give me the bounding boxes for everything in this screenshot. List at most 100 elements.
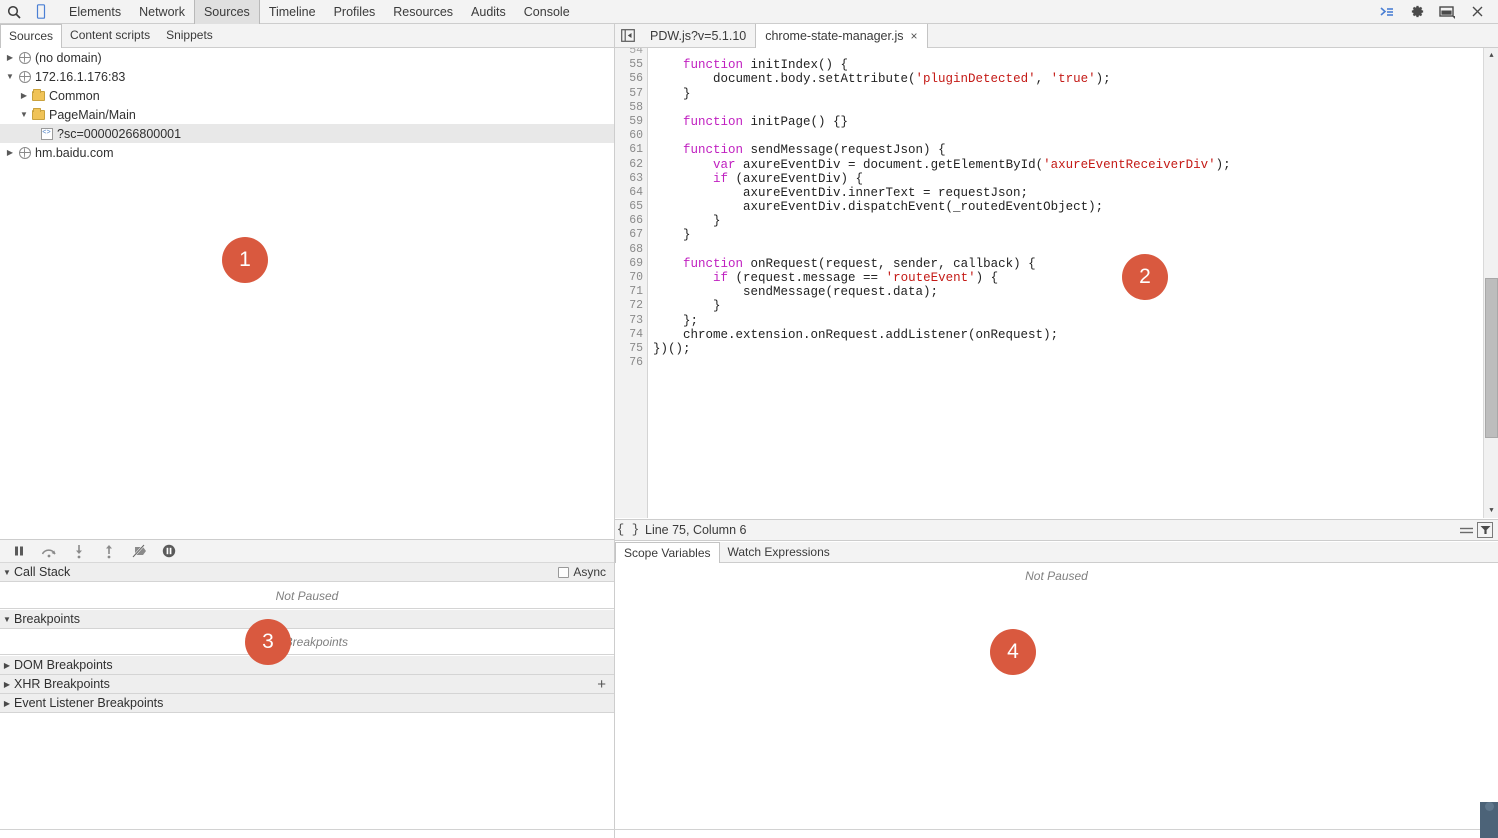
panel-tab-sources[interactable]: Sources bbox=[193, 0, 260, 24]
line-number[interactable]: 62 bbox=[615, 158, 647, 172]
navigator-tab-content-scripts[interactable]: Content scripts bbox=[62, 24, 158, 47]
panel-tab-console[interactable]: Console bbox=[515, 0, 579, 24]
editor-vertical-scrollbar[interactable]: ▲ ▼ bbox=[1483, 48, 1498, 518]
chevron-down-icon[interactable]: ▼ bbox=[0, 568, 14, 577]
line-number[interactable]: 76 bbox=[615, 356, 647, 370]
chevron-right-icon[interactable]: ▶ bbox=[18, 86, 30, 105]
code-line[interactable]: axureEventDiv.dispatchEvent(_routedEvent… bbox=[649, 200, 1498, 214]
deactivate-breakpoints-button[interactable] bbox=[124, 539, 154, 563]
search-icon[interactable] bbox=[0, 5, 28, 19]
tree-item-script-file[interactable]: <> ?sc=00000266800001 bbox=[0, 124, 614, 143]
line-number[interactable]: 63 bbox=[615, 172, 647, 186]
show-navigator-icon[interactable] bbox=[615, 24, 641, 48]
code-line[interactable]: } bbox=[649, 228, 1498, 242]
async-checkbox[interactable] bbox=[558, 566, 570, 578]
code-line[interactable]: } bbox=[649, 214, 1498, 228]
line-number[interactable]: 58 bbox=[615, 101, 647, 115]
step-into-button[interactable] bbox=[64, 539, 94, 563]
line-number[interactable]: 61 bbox=[615, 143, 647, 157]
panel-tab-resources[interactable]: Resources bbox=[384, 0, 462, 24]
tree-item-no-domain[interactable]: ▶ (no domain) bbox=[0, 48, 614, 67]
section-header-event-listener-breakpoints[interactable]: ▶ Event Listener Breakpoints bbox=[0, 694, 614, 713]
line-number[interactable]: 74 bbox=[615, 328, 647, 342]
panel-tab-profiles[interactable]: Profiles bbox=[325, 0, 385, 24]
editor-tab-pdw-js[interactable]: PDW.js?v=5.1.10 bbox=[641, 24, 755, 48]
chevron-down-icon[interactable]: ▼ bbox=[18, 105, 30, 124]
line-number[interactable]: 70 bbox=[615, 271, 647, 285]
settings-gear-icon[interactable] bbox=[1402, 0, 1432, 24]
source-code-editor[interactable]: 54 55 56 57 58 59 60 61 62 63 64 65 66 67 68 69 70 71 72 73… bbox=[615, 48, 1498, 518]
code-line[interactable]: })(); bbox=[649, 342, 1498, 356]
line-number[interactable]: 69 bbox=[615, 257, 647, 271]
code-line[interactable]: function initPage() {} bbox=[649, 115, 1498, 129]
code-line[interactable]: }; bbox=[649, 314, 1498, 328]
code-line[interactable]: var axureEventDiv = document.getElementB… bbox=[649, 158, 1498, 172]
step-over-button[interactable] bbox=[34, 539, 64, 563]
pretty-print-braces-icon[interactable]: { } bbox=[615, 523, 641, 537]
tab-watch-expressions[interactable]: Watch Expressions bbox=[720, 542, 838, 562]
navigator-tab-snippets[interactable]: Snippets bbox=[158, 24, 221, 47]
code-line[interactable] bbox=[649, 356, 1498, 370]
line-number[interactable]: 57 bbox=[615, 87, 647, 101]
line-number[interactable]: 67 bbox=[615, 228, 647, 242]
line-number[interactable]: 56 bbox=[615, 72, 647, 86]
code-line[interactable]: function onRequest(request, sender, call… bbox=[649, 257, 1498, 271]
panel-tab-elements[interactable]: Elements bbox=[60, 0, 130, 24]
panel-tab-timeline[interactable]: Timeline bbox=[260, 0, 325, 24]
line-number[interactable]: 71 bbox=[615, 285, 647, 299]
lines-icon[interactable] bbox=[1455, 519, 1477, 541]
device-toolbar-icon[interactable] bbox=[28, 4, 54, 19]
code-line[interactable]: if (request.message == 'routeEvent') { bbox=[649, 271, 1498, 285]
line-number[interactable]: 64 bbox=[615, 186, 647, 200]
line-number[interactable]: 73 bbox=[615, 314, 647, 328]
add-xhr-breakpoint-button[interactable]: + bbox=[597, 677, 614, 692]
code-content[interactable]: function initIndex() { document.body.set… bbox=[649, 48, 1498, 518]
async-toggle[interactable]: Async bbox=[558, 565, 614, 579]
chevron-right-icon[interactable]: ▶ bbox=[0, 699, 14, 708]
scroll-down-arrow-icon[interactable]: ▼ bbox=[1484, 503, 1498, 518]
code-line[interactable]: } bbox=[649, 87, 1498, 101]
section-header-xhr-breakpoints[interactable]: ▶ XHR Breakpoints + bbox=[0, 675, 614, 694]
dock-side-icon[interactable] bbox=[1432, 0, 1462, 24]
panel-tab-network[interactable]: Network bbox=[130, 0, 194, 24]
line-number[interactable]: 68 bbox=[615, 243, 647, 257]
pause-on-exceptions-button[interactable] bbox=[154, 539, 184, 563]
chevron-down-icon[interactable]: ▼ bbox=[4, 67, 16, 86]
scrollbar-thumb[interactable] bbox=[1485, 278, 1498, 438]
code-line[interactable]: sendMessage(request.data); bbox=[649, 285, 1498, 299]
chevron-right-icon[interactable]: ▶ bbox=[0, 661, 14, 670]
plus-icon[interactable]: + bbox=[597, 677, 606, 692]
line-number[interactable]: 59 bbox=[615, 115, 647, 129]
filter-icon[interactable] bbox=[1477, 522, 1493, 538]
section-header-dom-breakpoints[interactable]: ▶ DOM Breakpoints bbox=[0, 656, 614, 675]
code-line[interactable]: axureEventDiv.innerText = requestJson; bbox=[649, 186, 1498, 200]
section-header-breakpoints[interactable]: ▼ Breakpoints bbox=[0, 610, 614, 629]
tab-scope-variables[interactable]: Scope Variables bbox=[615, 541, 720, 563]
line-number[interactable]: 72 bbox=[615, 299, 647, 313]
code-line[interactable]: document.body.setAttribute('pluginDetect… bbox=[649, 72, 1498, 86]
chevron-down-icon[interactable]: ▼ bbox=[0, 615, 14, 624]
chevron-right-icon[interactable]: ▶ bbox=[0, 680, 14, 689]
section-header-call-stack[interactable]: ▼ Call Stack Async bbox=[0, 563, 614, 582]
code-line[interactable] bbox=[649, 243, 1498, 257]
console-drawer-icon[interactable] bbox=[1372, 0, 1402, 24]
step-out-button[interactable] bbox=[94, 539, 124, 563]
line-number[interactable]: 66 bbox=[615, 214, 647, 228]
code-line[interactable]: function initIndex() { bbox=[649, 58, 1498, 72]
pause-resume-button[interactable] bbox=[4, 539, 34, 563]
tree-item-host[interactable]: ▼ 172.16.1.176:83 bbox=[0, 67, 614, 86]
chevron-right-icon[interactable]: ▶ bbox=[4, 143, 16, 162]
tree-item-pagemain-folder[interactable]: ▼ PageMain/Main bbox=[0, 105, 614, 124]
navigator-tab-sources[interactable]: Sources bbox=[0, 23, 63, 48]
code-line[interactable] bbox=[649, 101, 1498, 115]
editor-tab-chrome-state-manager-js[interactable]: chrome-state-manager.js × bbox=[755, 23, 928, 48]
tree-item-common-folder[interactable]: ▶ Common bbox=[0, 86, 614, 105]
code-line[interactable]: function sendMessage(requestJson) { bbox=[649, 143, 1498, 157]
line-number[interactable]: 65 bbox=[615, 200, 647, 214]
line-number[interactable]: 55 bbox=[615, 58, 647, 72]
line-number[interactable]: 60 bbox=[615, 129, 647, 143]
tree-item-baidu-domain[interactable]: ▶ hm.baidu.com bbox=[0, 143, 614, 162]
close-icon[interactable] bbox=[1462, 0, 1492, 24]
panel-tab-audits[interactable]: Audits bbox=[462, 0, 515, 24]
chevron-right-icon[interactable]: ▶ bbox=[4, 48, 16, 67]
